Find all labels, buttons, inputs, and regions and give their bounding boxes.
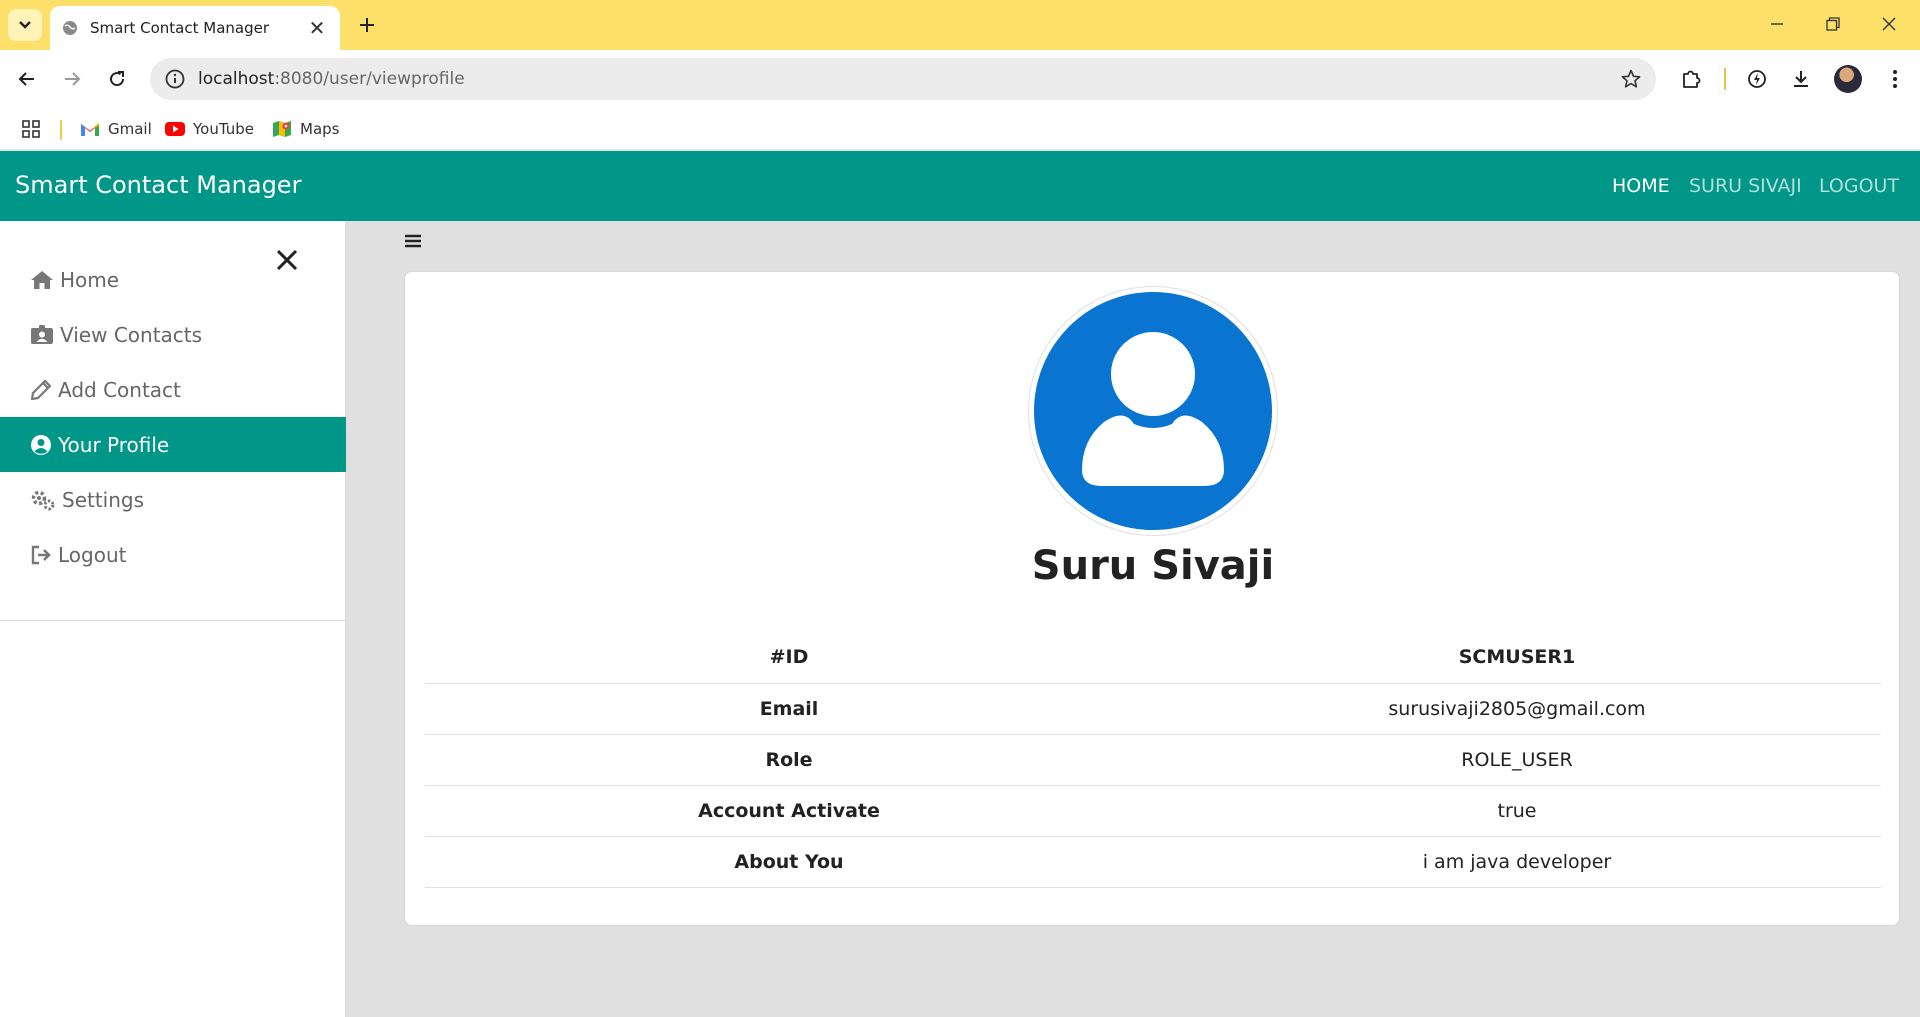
- home-icon: [31, 270, 53, 289]
- row-key: Email: [425, 683, 1153, 735]
- arrow-left-icon: [18, 72, 34, 86]
- forward-button[interactable]: [55, 62, 89, 96]
- sidebar-item-label: Settings: [62, 487, 145, 512]
- row-value: ROLE_USER: [1153, 734, 1881, 786]
- youtube-icon: [165, 122, 185, 136]
- bookmark-label: Maps: [300, 120, 340, 138]
- url-host: localhost: [198, 69, 275, 89]
- gears-icon: [31, 490, 55, 510]
- sidebar-item-your-profile[interactable]: Your Profile: [0, 417, 346, 472]
- row-key: Role: [425, 734, 1153, 786]
- performance-button[interactable]: [1740, 62, 1774, 96]
- browser-toolbar: localhost:8080/user/viewprofile: [0, 50, 1920, 108]
- tab-close-icon[interactable]: ✕: [306, 16, 328, 40]
- url-text: localhost:8080/user/viewprofile: [198, 69, 1620, 89]
- browser-menu-button[interactable]: [1878, 62, 1912, 96]
- maps-icon: [273, 121, 291, 137]
- sidebar-item-label: Logout: [58, 542, 127, 567]
- sidebar-item-settings[interactable]: Settings: [0, 472, 346, 527]
- plus-icon: [360, 18, 374, 32]
- restore-button[interactable]: [1808, 8, 1858, 40]
- toolbar-separator: [1724, 68, 1726, 90]
- downloads-button[interactable]: [1784, 62, 1818, 96]
- speed-icon: [1748, 70, 1766, 88]
- back-button[interactable]: [10, 62, 44, 96]
- close-window-button[interactable]: [1864, 8, 1914, 40]
- profile-picture: [1028, 286, 1278, 536]
- site-info-icon[interactable]: [164, 68, 186, 90]
- nav-logout-link[interactable]: LOGOUT: [1819, 175, 1899, 197]
- menu-toggle-icon[interactable]: [400, 230, 426, 252]
- row-key: Account Activate: [425, 785, 1153, 837]
- restore-icon: [1826, 17, 1840, 31]
- bookmarks-separator: [60, 120, 62, 140]
- extensions-button[interactable]: [1674, 62, 1708, 96]
- browser-tab[interactable]: Smart Contact Manager ✕: [50, 6, 340, 50]
- puzzle-icon: [1683, 70, 1701, 88]
- brand-title[interactable]: Smart Contact Manager: [15, 171, 301, 199]
- table-row: Role ROLE_USER: [425, 734, 1881, 786]
- user-circle-icon: [31, 434, 51, 455]
- arrow-right-icon: [65, 72, 81, 86]
- globe-icon: [63, 21, 77, 35]
- row-key: About You: [425, 836, 1153, 888]
- profile-name: Suru Sivaji: [1031, 543, 1275, 589]
- bookmark-maps[interactable]: Maps: [272, 117, 339, 141]
- bookmark-star-icon[interactable]: [1620, 68, 1642, 90]
- reload-button[interactable]: [100, 62, 134, 96]
- more-vert-icon: [1893, 70, 1897, 88]
- address-bar[interactable]: localhost:8080/user/viewprofile: [150, 58, 1656, 100]
- row-value: i am java developer: [1153, 836, 1881, 888]
- apps-button[interactable]: [22, 117, 40, 141]
- sidebar-divider: [0, 620, 346, 621]
- profile-card: Suru Sivaji #ID SCMUSER1 Email surusivaj…: [404, 271, 1900, 926]
- row-value: true: [1153, 785, 1881, 837]
- pencil-icon: [30, 379, 52, 400]
- close-icon: [1882, 17, 1896, 31]
- bookmark-youtube[interactable]: YouTube: [165, 117, 254, 141]
- sidebar-item-label: Your Profile: [58, 432, 170, 457]
- chevron-down-icon: [19, 21, 31, 29]
- nav-home-link[interactable]: HOME: [1612, 175, 1670, 197]
- table-row: #ID SCMUSER1: [425, 632, 1881, 684]
- row-value: SCMUSER1: [1153, 632, 1881, 684]
- app-navbar: Smart Contact Manager HOME SURU SIVAJI L…: [0, 151, 1920, 221]
- profile-avatar[interactable]: [1834, 65, 1862, 93]
- user-avatar-icon: [1034, 292, 1272, 530]
- download-icon: [1794, 71, 1808, 87]
- row-key: #ID: [425, 632, 1153, 684]
- table-row: Account Activate true: [425, 785, 1881, 837]
- bookmark-label: Gmail: [108, 120, 152, 138]
- reload-icon: [110, 71, 125, 87]
- url-path: :8080/user/viewprofile: [274, 69, 465, 89]
- bookmarks-bar: Gmail YouTube Maps: [0, 108, 1920, 150]
- sidebar-item-home[interactable]: Home: [0, 252, 346, 307]
- tab-search-button[interactable]: [8, 9, 42, 41]
- row-value: surusivaji2805@gmail.com: [1153, 683, 1881, 735]
- browser-tab-bar: Smart Contact Manager ✕: [0, 0, 1920, 50]
- apps-grid-icon: [22, 120, 40, 138]
- sign-out-icon: [31, 545, 51, 564]
- contacts-icon: [31, 324, 53, 344]
- new-tab-button[interactable]: [352, 10, 382, 40]
- sidebar-item-view-contacts[interactable]: View Contacts: [0, 307, 346, 362]
- table-row: About You i am java developer: [425, 836, 1881, 888]
- bookmark-gmail[interactable]: Gmail: [80, 117, 152, 141]
- tab-title: Smart Contact Manager: [90, 19, 270, 37]
- table-row: Email surusivaji2805@gmail.com: [425, 683, 1881, 735]
- sidebar-item-logout[interactable]: Logout: [0, 527, 346, 582]
- sidebar-item-label: View Contacts: [60, 322, 203, 347]
- minimize-icon: [1771, 23, 1783, 25]
- gmail-icon: [81, 123, 100, 136]
- sidebar-item-label: Add Contact: [58, 377, 181, 402]
- minimize-button[interactable]: [1752, 8, 1802, 40]
- sidebar-item-add-contact[interactable]: Add Contact: [0, 362, 346, 417]
- sidebar: Home View Contacts Add Contact Your Prof…: [0, 221, 346, 1017]
- nav-user-link[interactable]: SURU SIVAJI: [1689, 175, 1802, 197]
- bookmark-label: YouTube: [193, 120, 254, 138]
- profile-info-table: #ID SCMUSER1 Email surusivaji2805@gmail.…: [425, 632, 1881, 888]
- sidebar-item-label: Home: [60, 267, 120, 292]
